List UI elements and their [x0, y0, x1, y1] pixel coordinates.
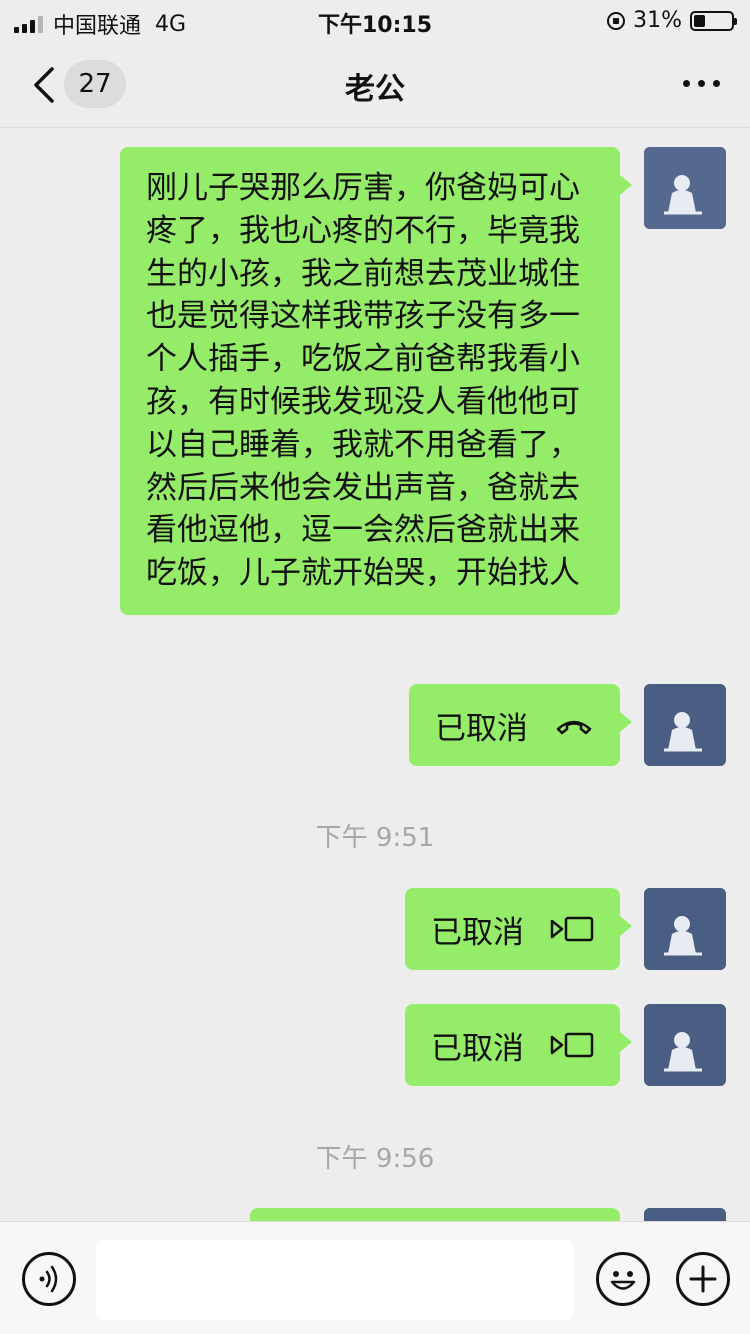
timestamp: 下午 9:51 — [315, 823, 435, 853]
message-text — [250, 1208, 620, 1221]
avatar-image — [644, 1208, 726, 1221]
message-list[interactable]: 刚儿子哭那么厉害，你爸妈可心疼了，我也心疼的不行，毕竟我生的小孩，我之前想去茂业… — [0, 129, 750, 1221]
avatar-image — [644, 1004, 726, 1086]
call-bubble[interactable]: 已取消 — [409, 684, 632, 766]
phone-hangup-icon — [556, 720, 592, 735]
video-camera-icon — [550, 1032, 594, 1058]
call-status-label: 已取消 — [431, 1030, 524, 1067]
input-bar — [0, 1221, 750, 1334]
plus-icon — [689, 1265, 717, 1293]
emoji-button[interactable] — [596, 1252, 650, 1306]
status-bar: 中国联通 4G 下午10:15 31% — [0, 0, 750, 42]
voice-button[interactable] — [22, 1252, 76, 1306]
status-right: 31% — [607, 8, 737, 33]
battery-icon — [690, 10, 737, 31]
more-options-icon[interactable] — [683, 80, 720, 87]
timestamp: 下午 9:56 — [315, 1144, 435, 1174]
orientation-lock-icon — [607, 11, 626, 30]
avatar-image — [644, 147, 726, 229]
battery-fill — [694, 14, 706, 27]
battery-percent: 31% — [633, 8, 682, 33]
call-status-label: 已取消 — [435, 710, 528, 747]
message-input[interactable] — [96, 1240, 574, 1320]
emoji-icon — [610, 1271, 636, 1290]
message-text: 刚儿子哭那么厉害，你爸妈可心疼了，我也心疼的不行，毕竟我生的小孩，我之前想去茂业… — [146, 170, 580, 592]
avatar[interactable] — [644, 888, 726, 970]
video-camera-icon — [550, 916, 594, 942]
chat-title: 老公 — [345, 72, 405, 107]
message-bubble[interactable] — [250, 1208, 620, 1221]
avatar[interactable] — [644, 1004, 726, 1086]
avatar[interactable] — [644, 1208, 726, 1221]
avatar-image — [644, 684, 726, 766]
nav-bar: 27 老公 — [0, 42, 750, 128]
call-status-label: 已取消 — [431, 914, 524, 951]
avatar-image — [644, 888, 726, 970]
avatar[interactable] — [644, 684, 726, 766]
voice-icon — [39, 1265, 58, 1293]
more-functions-button[interactable] — [676, 1252, 730, 1306]
message-bubble[interactable]: 刚儿子哭那么厉害，你爸妈可心疼了，我也心疼的不行，毕竟我生的小孩，我之前想去茂业… — [120, 147, 632, 615]
call-bubble[interactable]: 已取消 — [405, 1004, 632, 1086]
call-bubble[interactable]: 已取消 — [405, 888, 632, 970]
avatar[interactable] — [644, 147, 726, 229]
